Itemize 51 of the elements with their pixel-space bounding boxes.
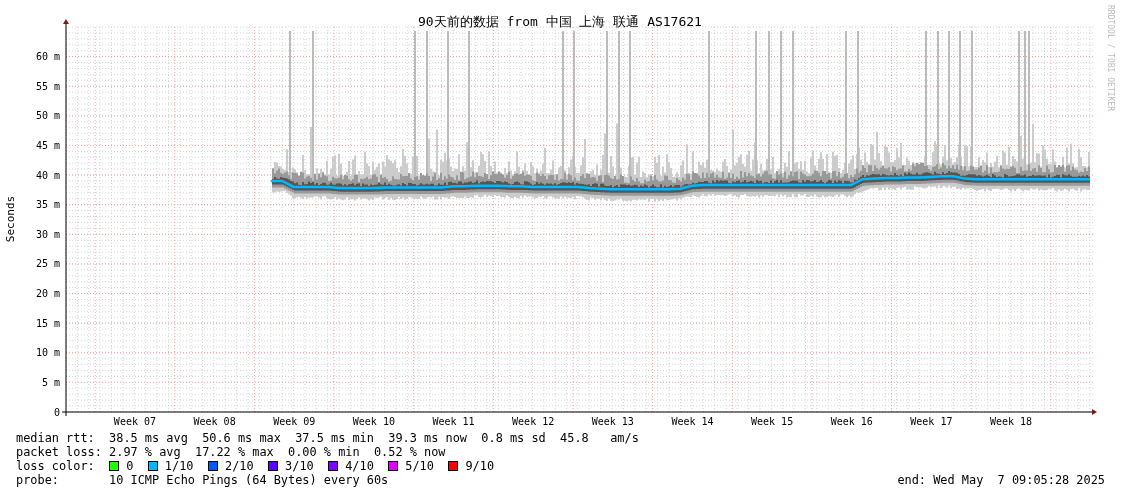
- legend-value: 10 ICMP Echo Pings (64 Bytes) every 60s: [109, 473, 389, 487]
- x-tick-label: Week 11: [432, 416, 475, 427]
- legend-value: 3/10: [285, 459, 314, 473]
- legend-value: 4/10: [345, 459, 374, 473]
- legend-value: 0.52 % now: [373, 445, 446, 459]
- legend-value: 50.6 ms max: [202, 431, 281, 445]
- y-tick-label: 10 m: [35, 347, 60, 359]
- legend-value: 37.5 ms min: [295, 431, 374, 445]
- credit-label: RRDTOOL / TOBI OETIKER: [1106, 5, 1115, 111]
- legend-value: 5/10: [405, 459, 434, 473]
- x-tick-label: Week 18: [989, 416, 1033, 427]
- legend-label: packet loss:: [16, 445, 103, 459]
- y-tick-label: 35 m: [35, 199, 60, 211]
- y-tick-label: 45 m: [35, 139, 60, 151]
- y-tick-label: 5 m: [41, 376, 60, 388]
- chart-title: 90天前的数据 from 中国 上海 联通 AS17621: [418, 14, 702, 29]
- legend-value: 39.3 ms now: [388, 431, 467, 445]
- legend-label: probe:: [16, 473, 60, 487]
- y-tick-label: 40 m: [35, 169, 60, 181]
- x-tick-label: Week 12: [512, 416, 555, 427]
- legend-label: loss color:: [16, 459, 96, 473]
- x-tick-label: Week 08: [193, 416, 236, 427]
- x-tick-label: Week 16: [830, 416, 873, 427]
- y-tick-label: 60 m: [35, 51, 60, 63]
- x-tick-label: Week 07: [113, 416, 157, 427]
- y-tick-label: 55 m: [35, 80, 60, 92]
- legend-value: 0.8 ms sd: [481, 431, 546, 445]
- legend-value: 9/10: [465, 459, 495, 473]
- x-tick-label: Week 17: [910, 416, 953, 427]
- end-time: end: Wed May 7 09:05:28 2025: [897, 473, 1105, 487]
- y-tick-label: 0: [53, 406, 60, 418]
- x-tick-label: Week 10: [352, 416, 395, 427]
- legend-value: 38.5 ms avg: [109, 431, 188, 445]
- legend-value: 17.22 % max: [194, 445, 274, 459]
- y-tick-label: 15 m: [35, 317, 60, 329]
- legend-label: median rtt:: [16, 431, 96, 445]
- legend-value: 45.8 am/s: [560, 431, 639, 445]
- legend-value: 2/10: [224, 459, 254, 473]
- legend-value: 1/10: [164, 459, 194, 473]
- x-tick-label: Week 15: [751, 416, 794, 427]
- y-tick-label: 20 m: [35, 288, 60, 300]
- x-tick-label: Week 13: [591, 416, 634, 427]
- legend-value: 0: [126, 459, 134, 473]
- y-tick-label: 50 m: [35, 110, 60, 122]
- x-tick-label: Week 14: [671, 416, 714, 427]
- legend-value: 0.00 % min: [288, 445, 360, 459]
- axis-title: Seconds: [4, 195, 17, 243]
- y-tick-label: 25 m: [35, 258, 60, 270]
- legend-value: 2.97 % avg: [109, 445, 181, 459]
- x-tick-label: Week 09: [273, 416, 316, 427]
- y-tick-label: 30 m: [35, 228, 60, 240]
